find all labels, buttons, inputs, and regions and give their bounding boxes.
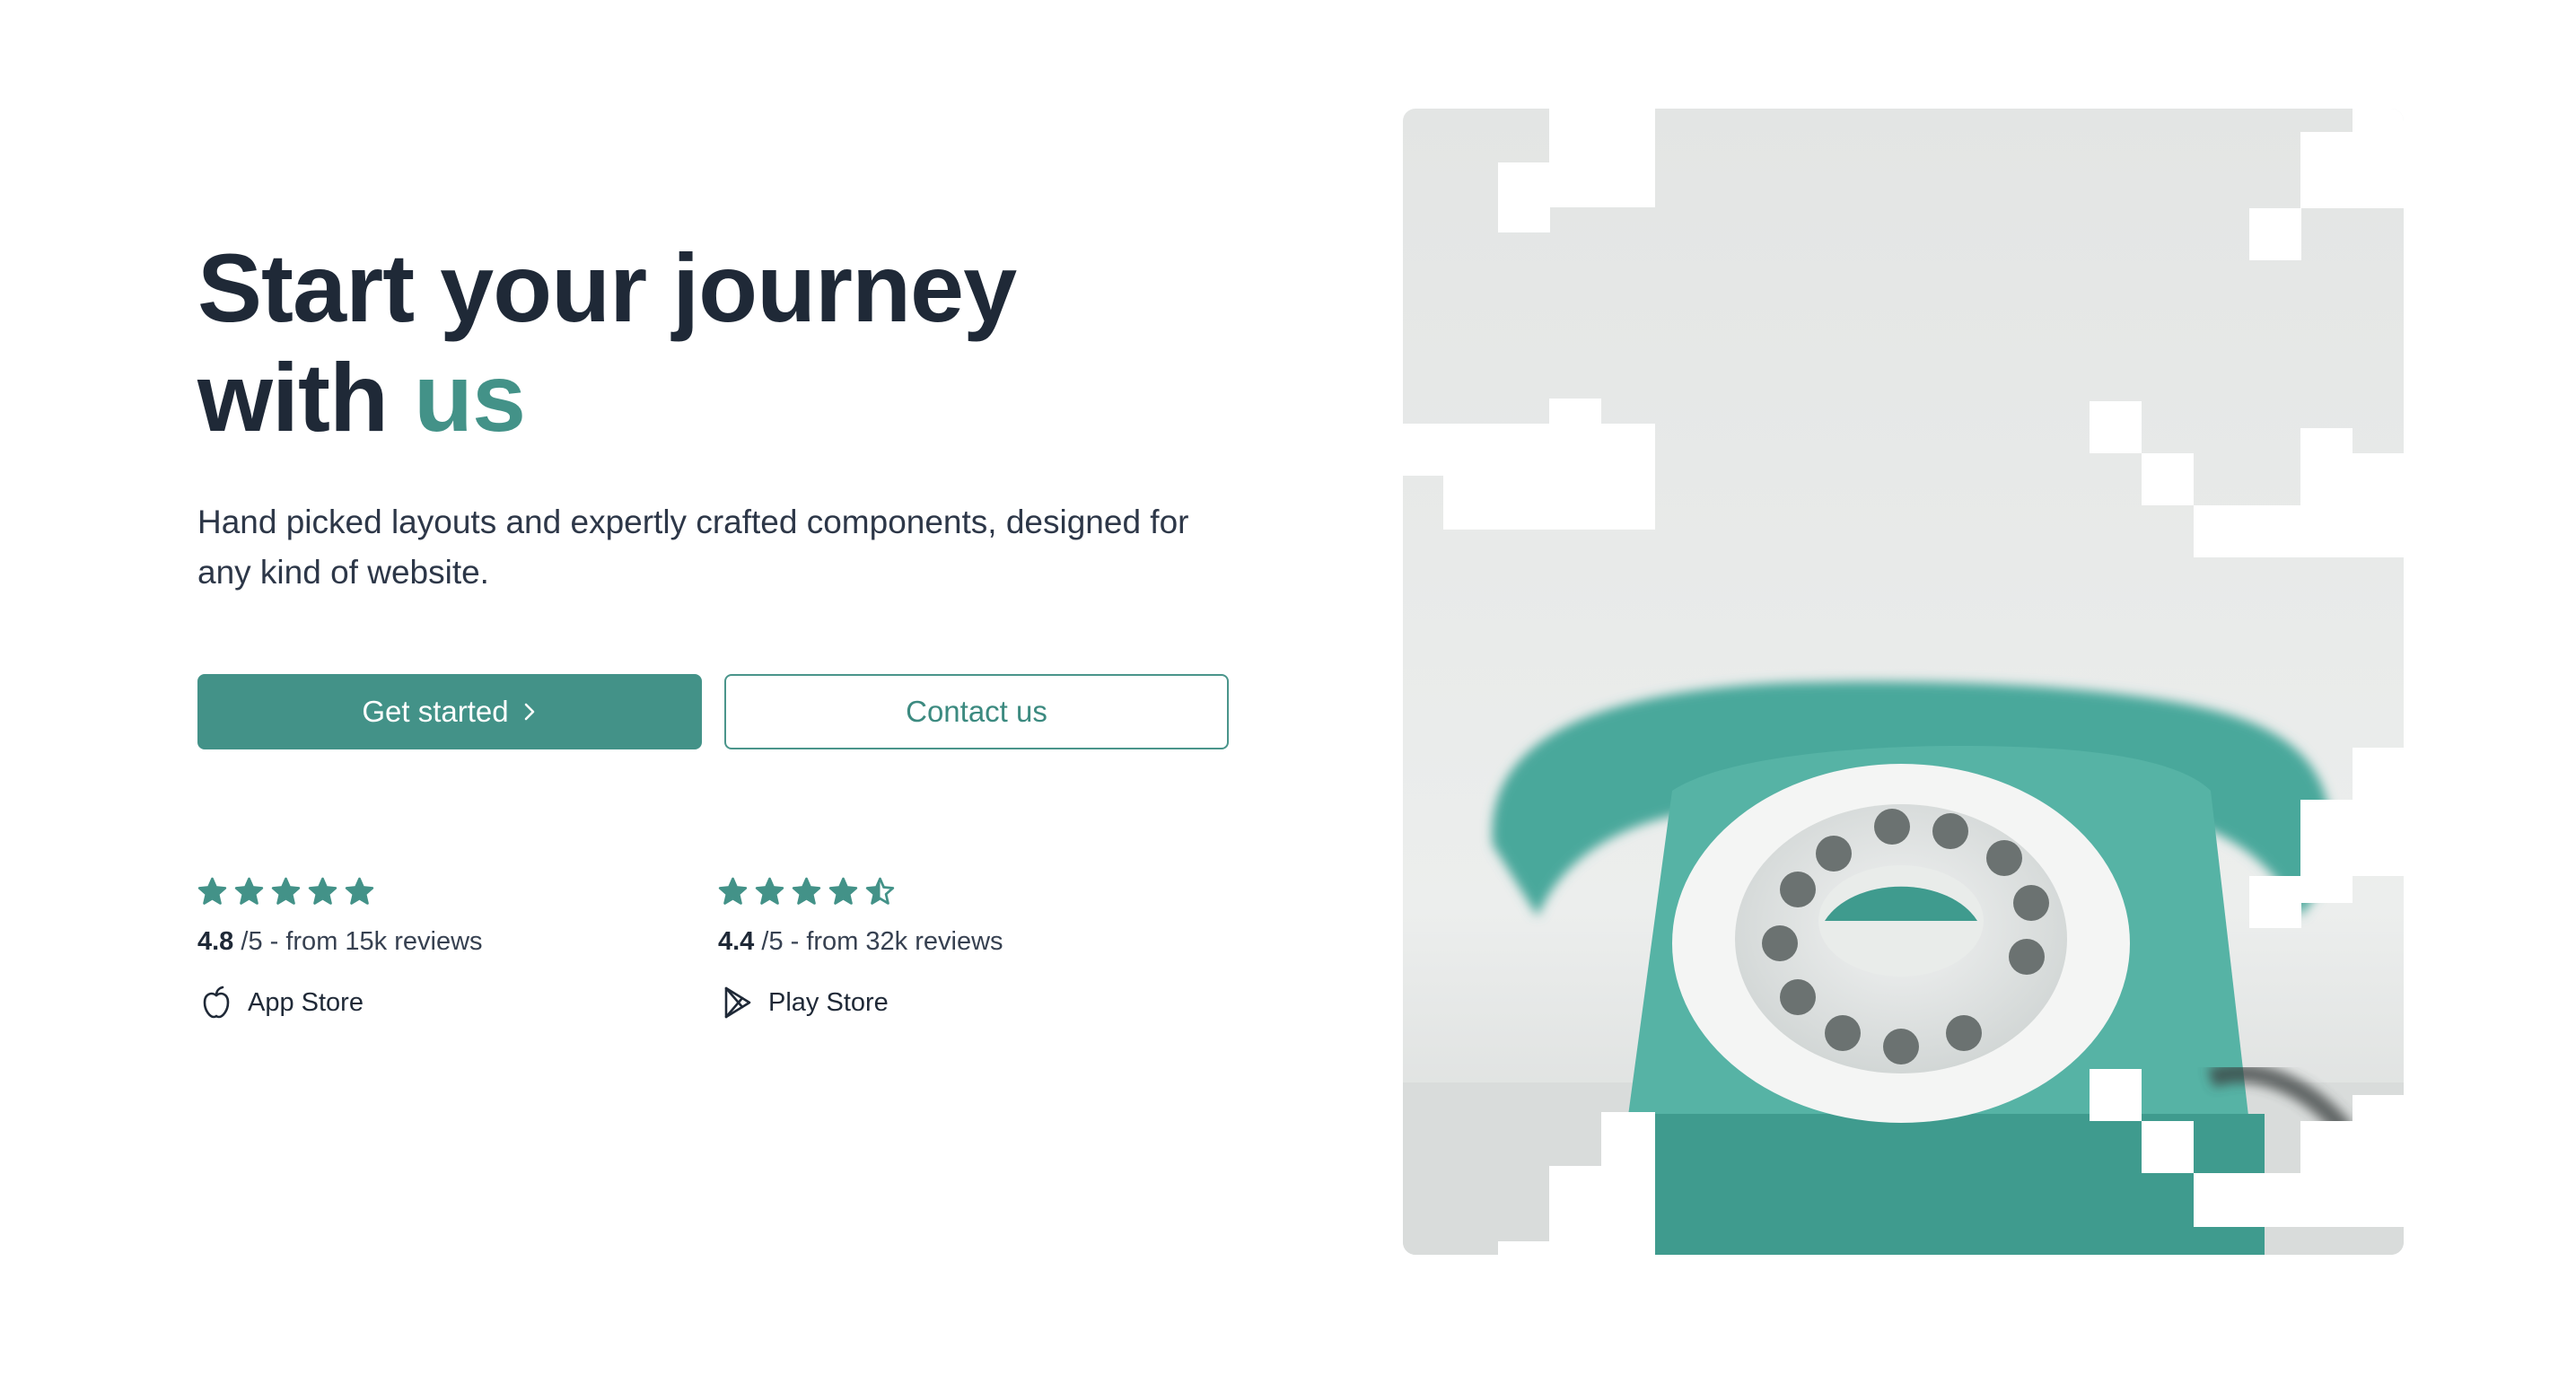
play-store-icon: [724, 986, 751, 1019]
frame-cutout: [2300, 1121, 2404, 1173]
frame-cutout: [1549, 1166, 1655, 1255]
star-full-icon: [718, 877, 748, 905]
frame-cutout: [2353, 109, 2404, 132]
contact-us-button[interactable]: Contact us: [724, 674, 1229, 749]
store-name: App Store: [248, 987, 364, 1017]
contact-us-label: Contact us: [906, 695, 1047, 728]
frame-cutout: [1601, 1112, 1655, 1166]
title-line-1: Start your journey: [197, 233, 1017, 342]
telephone-photo: [1403, 109, 2404, 1255]
frame-cutout: [2300, 800, 2404, 876]
title-accent-word: us: [413, 343, 526, 451]
rating-score: 4.8 /5 - from 15k reviews: [197, 927, 718, 957]
frame-cutout: [1443, 476, 1655, 530]
get-started-button[interactable]: Get started: [197, 674, 702, 749]
frame-cutout: [1498, 207, 1550, 232]
frame-cutout: [1498, 1241, 1552, 1255]
title-line-2-prefix: with: [197, 343, 389, 451]
store-link-app-store[interactable]: App Store: [197, 984, 718, 1021]
frame-cutout: [2142, 1121, 2194, 1173]
frame-cutout: [2090, 401, 2142, 453]
star-full-icon: [271, 877, 301, 905]
frame-cutout: [2194, 1173, 2404, 1227]
frame-cutout: [2300, 428, 2353, 505]
frame-cutout: [2249, 876, 2301, 928]
store-link-play-store[interactable]: Play Store: [718, 984, 1239, 1021]
store-name: Play Store: [768, 987, 889, 1017]
star-rating: [197, 875, 718, 907]
apple-icon: [203, 986, 230, 1019]
star-full-icon: [308, 877, 337, 905]
frame-cutout: [2353, 453, 2404, 505]
frame-cutout: [2090, 1069, 2142, 1121]
star-full-icon: [792, 877, 821, 905]
rating-app-store: 4.8 /5 - from 15k reviews App Store: [197, 875, 718, 1021]
rating-suffix: /5 - from 32k reviews: [761, 927, 1003, 956]
star-full-icon: [755, 877, 784, 905]
rating-score: 4.4 /5 - from 32k reviews: [718, 927, 1239, 957]
star-rating: [718, 875, 1239, 907]
star-half-icon: [865, 877, 895, 905]
star-full-icon: [234, 877, 264, 905]
frame-cutout: [2300, 876, 2353, 903]
frame-cutout: [1549, 109, 1655, 162]
frame-cutout: [1403, 424, 1443, 476]
ratings-row: 4.8 /5 - from 15k reviews App Store 4.4 …: [197, 875, 1239, 1021]
frame-cutout: [2142, 453, 2194, 505]
star-full-icon: [197, 877, 227, 905]
star-full-icon: [828, 877, 858, 905]
frame-cutout: [2249, 208, 2301, 260]
get-started-label: Get started: [362, 695, 509, 728]
frame-cutout: [1443, 424, 1655, 476]
page-title: Start your journey with us: [197, 233, 1239, 452]
frame-cutout: [2300, 132, 2404, 208]
frame-cutout: [1498, 162, 1655, 207]
hero-image: [1403, 109, 2404, 1255]
frame-cutout: [2194, 505, 2404, 557]
star-full-icon: [345, 877, 374, 905]
frame-cutout: [2353, 1095, 2404, 1121]
chevron-right-icon: [524, 703, 534, 721]
rating-suffix: /5 - from 15k reviews: [241, 927, 483, 956]
rating-value: 4.8: [197, 927, 234, 956]
hero-section: Start your journey with us Hand picked l…: [197, 233, 1239, 1021]
rating-value: 4.4: [718, 927, 755, 956]
hero-subtitle: Hand picked layouts and expertly crafted…: [197, 504, 1189, 591]
frame-cutout: [2353, 748, 2404, 800]
frame-cutout: [1549, 399, 1601, 424]
hero-actions: Get started Contact us: [197, 674, 1239, 749]
rating-play-store: 4.4 /5 - from 32k reviews Play Store: [718, 875, 1239, 1021]
